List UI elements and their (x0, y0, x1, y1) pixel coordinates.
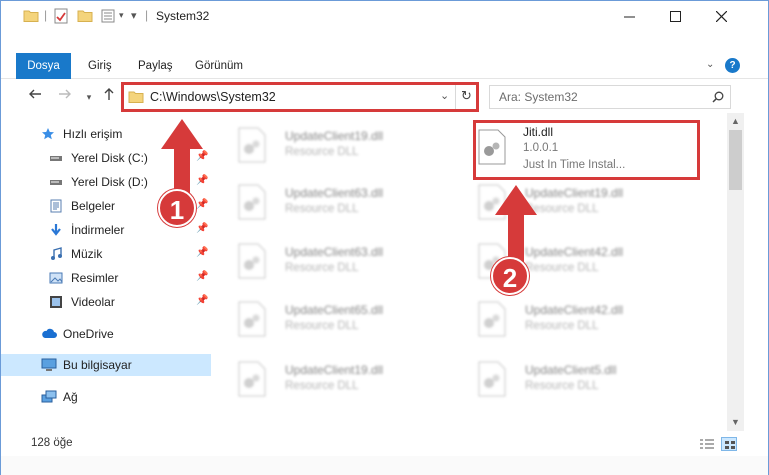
step-1-badge: 1 (158, 189, 196, 227)
step-2-badge: 2 (491, 257, 529, 295)
explorer-window: | ▾ ▾ | System32 Dosya Giriş Paylaş Görü… (0, 0, 769, 475)
annotation-arrows (161, 119, 537, 263)
